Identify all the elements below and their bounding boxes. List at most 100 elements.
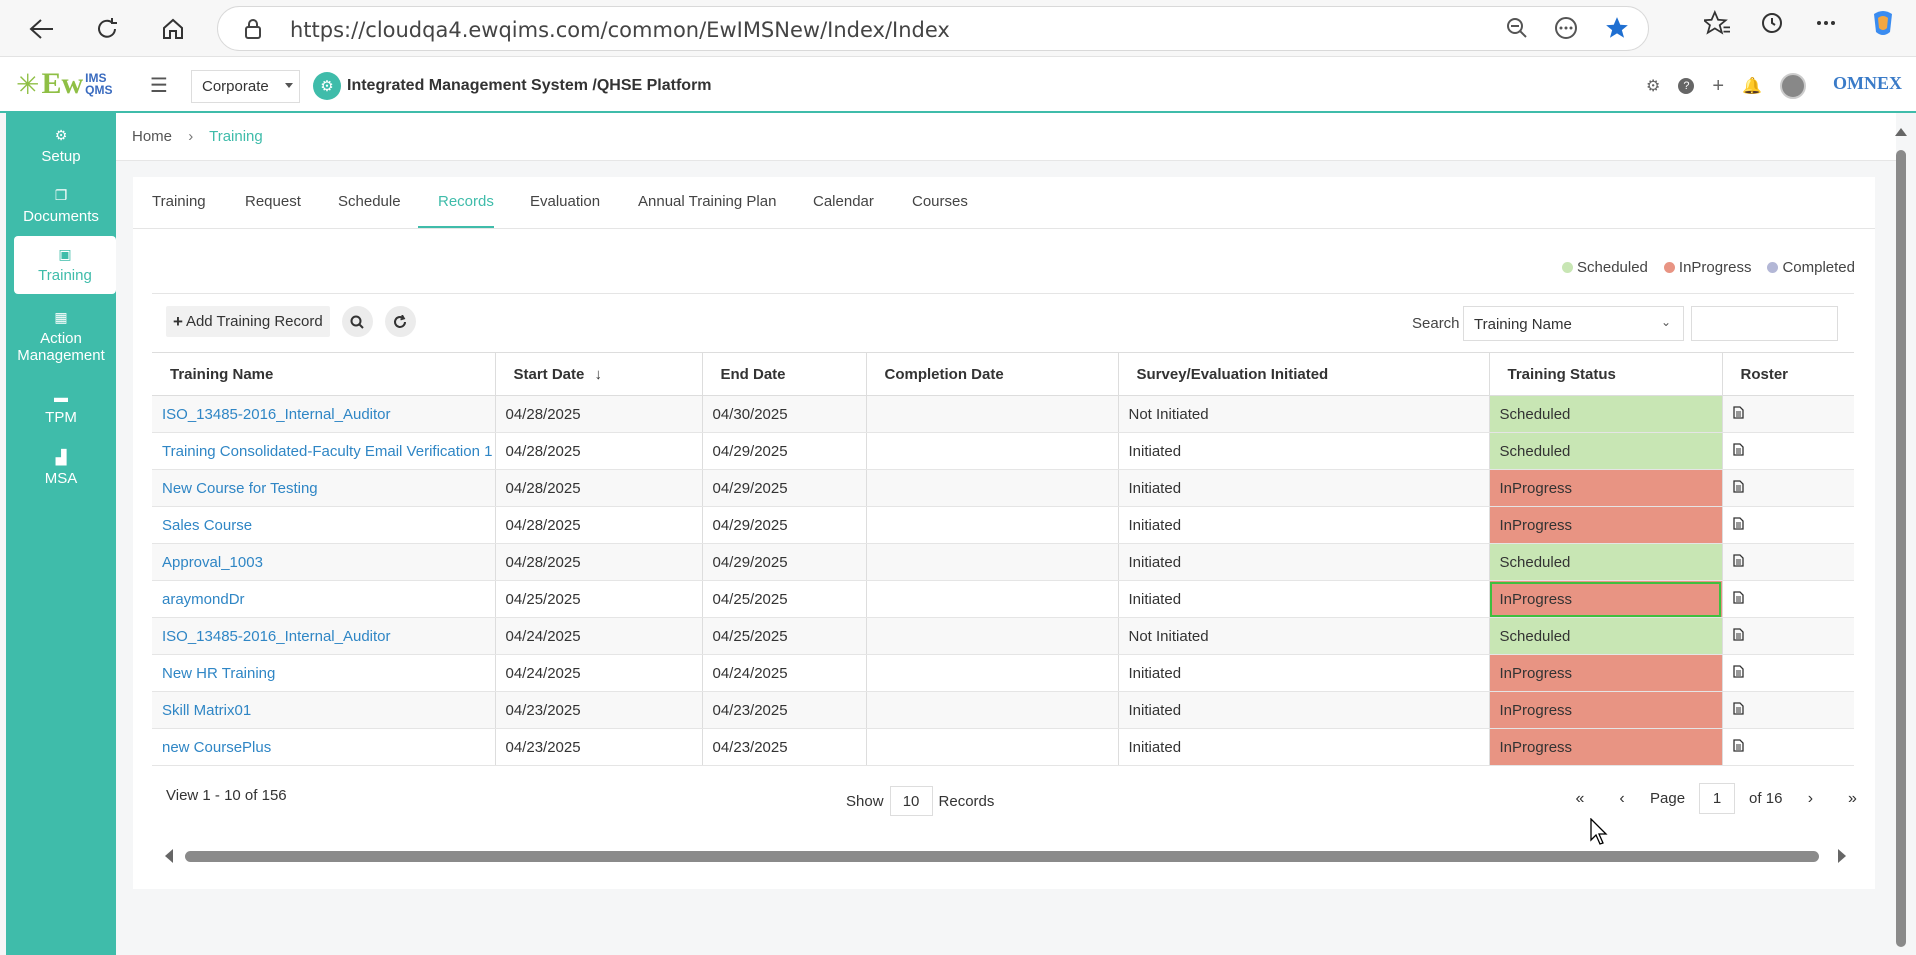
previous-page-icon[interactable]: ‹ — [1608, 785, 1636, 813]
column-header-training-status[interactable]: Training Status — [1489, 352, 1723, 396]
roster-document-icon[interactable] — [1722, 432, 1854, 470]
sidebar-item-documents[interactable]: ❐ Documents — [6, 181, 116, 231]
table-row[interactable]: ISO_13485-2016_Internal_Auditor 04/24/202… — [152, 617, 1854, 655]
search-field-select[interactable]: Training Name ⌄ — [1463, 306, 1684, 341]
add-training-record-button[interactable]: + Add Training Record — [166, 306, 330, 337]
training-status-cell[interactable]: InProgress — [1489, 691, 1723, 729]
sidebar-item-msa[interactable]: ▟ MSA — [6, 443, 116, 493]
roster-document-icon[interactable] — [1722, 543, 1854, 581]
training-status-cell[interactable]: Scheduled — [1489, 395, 1723, 433]
horizontal-scrollbar[interactable] — [165, 848, 1846, 864]
scroll-right-arrow-icon[interactable] — [1838, 849, 1846, 863]
sidebar-item-tpm[interactable]: ▬ TPM — [6, 383, 116, 433]
training-name-link[interactable]: Skill Matrix01 — [152, 691, 496, 729]
tab-evaluation[interactable]: Evaluation — [530, 193, 600, 210]
column-header-start-date[interactable]: Start Date ↓ — [495, 352, 703, 396]
ewqims-logo[interactable]: ✳ Ew IMS QMS — [16, 67, 113, 101]
scrollbar-thumb[interactable] — [1896, 150, 1906, 947]
sidebar-item-training[interactable]: ▣ Training — [14, 236, 116, 294]
reload-icon[interactable] — [87, 9, 127, 49]
settings-more-icon[interactable] — [1814, 11, 1838, 39]
training-name-link[interactable]: Training Consolidated-Faculty Email Veri… — [152, 432, 496, 470]
user-avatar[interactable] — [1780, 73, 1806, 99]
training-status-cell[interactable]: InProgress — [1489, 469, 1723, 507]
help-icon[interactable]: ? — [1678, 78, 1695, 94]
table-row[interactable]: new CoursePlus 04/23/2025 04/23/2025 Initia… — [152, 728, 1854, 766]
last-page-icon[interactable]: » — [1838, 785, 1866, 813]
roster-document-icon[interactable] — [1722, 580, 1854, 618]
sidebar-item-action-management[interactable]: ▦ Action Management — [6, 303, 116, 373]
roster-document-icon[interactable] — [1722, 395, 1854, 433]
table-row[interactable]: Approval_1003 04/28/2025 04/29/2025 Initiat… — [152, 543, 1854, 581]
training-name-link[interactable]: Sales Course — [152, 506, 496, 544]
roster-document-icon[interactable] — [1722, 469, 1854, 507]
settings-gear-icon[interactable]: ⚙ — [1646, 76, 1660, 96]
training-name-link[interactable]: New Course for Testing — [152, 469, 496, 507]
roster-document-icon[interactable] — [1722, 654, 1854, 692]
training-status-cell[interactable]: InProgress — [1489, 506, 1723, 544]
favorite-star-icon[interactable] — [1604, 15, 1630, 45]
scrollbar-thumb[interactable] — [185, 851, 1819, 862]
roster-document-icon[interactable] — [1722, 506, 1854, 544]
history-icon[interactable] — [1760, 11, 1784, 39]
roster-document-icon[interactable] — [1722, 728, 1854, 766]
tab-courses[interactable]: Courses — [912, 193, 968, 210]
training-status-cell[interactable]: Scheduled — [1489, 543, 1723, 581]
home-icon[interactable] — [153, 9, 193, 49]
column-header-roster[interactable]: Roster — [1722, 352, 1854, 396]
copilot-icon[interactable] — [1868, 8, 1898, 42]
training-name-link[interactable]: araymondDr — [152, 580, 496, 618]
back-arrow-icon[interactable] — [22, 9, 62, 49]
zoom-out-icon[interactable] — [1506, 17, 1528, 43]
org-select-value: Corporate — [202, 78, 269, 95]
training-status-cell[interactable]: Scheduled — [1489, 617, 1723, 655]
sidebar-item-setup[interactable]: ⚙ Setup — [6, 121, 116, 171]
table-row[interactable]: araymondDr 04/25/2025 04/25/2025 Initiated I… — [152, 580, 1854, 618]
favorites-icon[interactable] — [1701, 9, 1730, 40]
column-header-end-date[interactable]: End Date — [702, 352, 867, 396]
tab-schedule[interactable]: Schedule — [338, 193, 401, 210]
add-plus-icon[interactable]: + — [1712, 75, 1724, 98]
table-row[interactable]: New Course for Testing 04/28/2025 04/29/20… — [152, 469, 1854, 507]
training-status-cell[interactable]: Scheduled — [1489, 432, 1723, 470]
tab-annual-training-plan[interactable]: Annual Training Plan — [638, 193, 776, 210]
breadcrumb-home[interactable]: Home — [132, 128, 172, 145]
table-row[interactable]: ISO_13485-2016_Internal_Auditor 04/28/202… — [152, 395, 1854, 433]
roster-document-icon[interactable] — [1722, 617, 1854, 655]
more-options-circle-icon[interactable] — [1554, 16, 1578, 44]
table-row[interactable]: New HR Training 04/24/2025 04/24/2025 Initi… — [152, 654, 1854, 692]
column-header-completion-date[interactable]: Completion Date — [866, 352, 1119, 396]
training-status-cell[interactable]: InProgress — [1489, 580, 1723, 618]
scroll-left-arrow-icon[interactable] — [165, 849, 173, 863]
search-input[interactable] — [1691, 306, 1838, 341]
column-header-survey[interactable]: Survey/Evaluation Initiated — [1118, 352, 1490, 396]
training-status-cell[interactable]: InProgress — [1489, 728, 1723, 766]
training-name-link[interactable]: ISO_13485-2016_Internal_Auditor — [152, 617, 496, 655]
training-name-link[interactable]: New HR Training — [152, 654, 496, 692]
training-status-cell[interactable]: InProgress — [1489, 654, 1723, 692]
tab-records[interactable]: Records — [438, 193, 494, 210]
address-bar[interactable]: https://cloudqa4.ewqims.com/common/EwIMS… — [217, 6, 1649, 51]
roster-document-icon[interactable] — [1722, 691, 1854, 729]
training-name-link[interactable]: new CoursePlus — [152, 728, 496, 766]
column-header-training-name[interactable]: Training Name — [152, 352, 496, 396]
search-icon[interactable] — [341, 306, 373, 337]
training-name-link[interactable]: ISO_13485-2016_Internal_Auditor — [152, 395, 496, 433]
first-page-icon[interactable]: « — [1566, 785, 1594, 813]
tab-training[interactable]: Training — [152, 193, 206, 210]
vertical-scrollbar[interactable] — [1894, 125, 1908, 955]
page-size-input[interactable]: 10 — [889, 786, 933, 816]
training-name-link[interactable]: Approval_1003 — [152, 543, 496, 581]
organization-select[interactable]: Corporate — [191, 70, 300, 103]
table-row[interactable]: Skill Matrix01 04/23/2025 04/23/2025 Initia… — [152, 691, 1854, 729]
hamburger-menu-icon[interactable]: ☰ — [150, 73, 168, 98]
table-row[interactable]: Sales Course 04/28/2025 04/29/2025 Initiate… — [152, 506, 1854, 544]
table-row[interactable]: Training Consolidated-Faculty Email Veri… — [152, 432, 1854, 470]
page-number-input[interactable]: 1 — [1699, 783, 1736, 814]
refresh-icon[interactable] — [384, 306, 416, 337]
scroll-up-arrow-icon[interactable] — [1895, 128, 1907, 136]
tab-calendar[interactable]: Calendar — [813, 193, 874, 210]
notification-bell-icon[interactable]: 🔔 — [1742, 76, 1762, 96]
tab-request[interactable]: Request — [245, 193, 301, 210]
next-page-icon[interactable]: › — [1796, 785, 1824, 813]
